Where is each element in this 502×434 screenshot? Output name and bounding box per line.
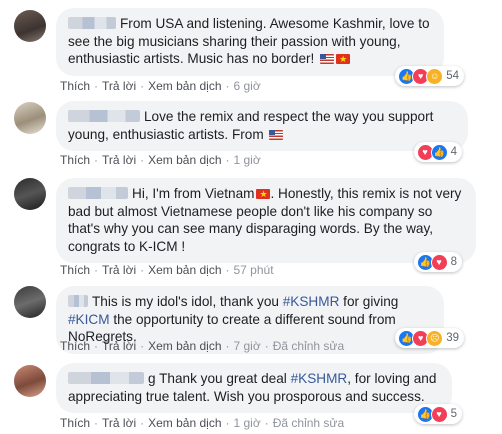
comment-bubble: From USA and listening. Awesome Kashmir,… [56, 8, 444, 76]
translate-link[interactable]: Xem bản dịch [148, 263, 221, 277]
vietnam-flag-icon [256, 186, 271, 204]
hashtag-link[interactable]: #KSHMR [283, 294, 340, 309]
timestamp[interactable]: 57 phút [234, 263, 274, 277]
author-name[interactable] [68, 110, 140, 122]
comment-actions: Thích · Trả lời · Xem bản dịch · 6 giờ [60, 79, 261, 93]
timestamp[interactable]: 1 giờ [234, 416, 261, 430]
timestamp[interactable]: 7 giờ [234, 339, 261, 353]
avatar[interactable] [14, 10, 46, 42]
reaction-count: 8 [450, 256, 457, 268]
reactions-summary[interactable]: 👍 ♥ 8 [413, 252, 462, 272]
author-name[interactable] [68, 372, 144, 384]
comment-bubble: g Thank you great deal #KSHMR, for lovin… [56, 363, 452, 414]
translate-link[interactable]: Xem bản dịch [148, 339, 221, 353]
like-link[interactable]: Thích [60, 339, 90, 353]
comment-actions: Thích · Trả lời · Xem bản dịch · 7 giờ · Đã chỉn… [60, 339, 345, 353]
edited-label[interactable]: Đã chỉnh sửa [273, 339, 344, 353]
avatar[interactable] [14, 178, 46, 210]
vietnam-flag-icon [336, 51, 351, 69]
us-flag-icon [269, 129, 284, 140]
reactions-summary[interactable]: 👍 ♥ ☹ 39 [395, 328, 464, 348]
comment-actions: Thích · Trả lời · Xem bản dịch · 57 phút [60, 263, 274, 277]
reaction-count: 4 [450, 146, 457, 158]
translate-link[interactable]: Xem bản dịch [148, 153, 221, 167]
comment-bubble: Love the remix and respect the way you s… [56, 101, 468, 152]
us-flag-icon [320, 54, 335, 65]
reactions-summary[interactable]: ♥ 👍 4 [413, 142, 462, 162]
like-icon: 👍 [430, 143, 448, 161]
like-link[interactable]: Thích [60, 263, 90, 277]
translate-link[interactable]: Xem bản dịch [148, 79, 221, 93]
love-icon: ♥ [430, 253, 448, 271]
avatar[interactable] [14, 286, 46, 318]
reply-link[interactable]: Trả lời [102, 153, 136, 167]
comment-actions: Thích · Trả lời · Xem bản dịch · 1 giờ [60, 153, 261, 167]
reactions-summary[interactable]: 👍 ♥ 5 [413, 404, 462, 424]
reactions-summary[interactable]: 👍 ♥ ☺ 54 [395, 66, 464, 86]
haha-icon: ☺ [426, 67, 444, 85]
comment-actions: Thích · Trả lời · Xem bản dịch · 1 giờ · Đã chỉn… [60, 416, 345, 430]
edited-label[interactable]: Đã chỉnh sửa [273, 416, 344, 430]
love-icon: ♥ [430, 405, 448, 423]
like-link[interactable]: Thích [60, 416, 90, 430]
reply-link[interactable]: Trả lời [102, 416, 136, 430]
reaction-count: 54 [446, 70, 459, 82]
author-name[interactable] [68, 17, 116, 29]
avatar[interactable] [14, 365, 46, 397]
hashtag-link[interactable]: #KICM [68, 312, 110, 327]
hashtag-link[interactable]: #KSHMR [291, 371, 348, 386]
reaction-count: 5 [450, 408, 457, 420]
timestamp[interactable]: 1 giờ [234, 153, 261, 167]
author-name[interactable] [68, 187, 128, 199]
wow-icon: ☹ [426, 329, 444, 347]
reply-link[interactable]: Trả lời [102, 339, 136, 353]
reply-link[interactable]: Trả lời [102, 263, 136, 277]
translate-link[interactable]: Xem bản dịch [148, 416, 221, 430]
comment-bubble: Hi, I'm from Vietnam. Honestly, this rem… [56, 178, 476, 264]
reaction-count: 39 [446, 332, 459, 344]
timestamp[interactable]: 6 giờ [234, 79, 261, 93]
reply-link[interactable]: Trả lời [102, 79, 136, 93]
avatar[interactable] [14, 102, 46, 134]
author-name[interactable] [68, 295, 88, 307]
like-link[interactable]: Thích [60, 79, 90, 93]
like-link[interactable]: Thích [60, 153, 90, 167]
